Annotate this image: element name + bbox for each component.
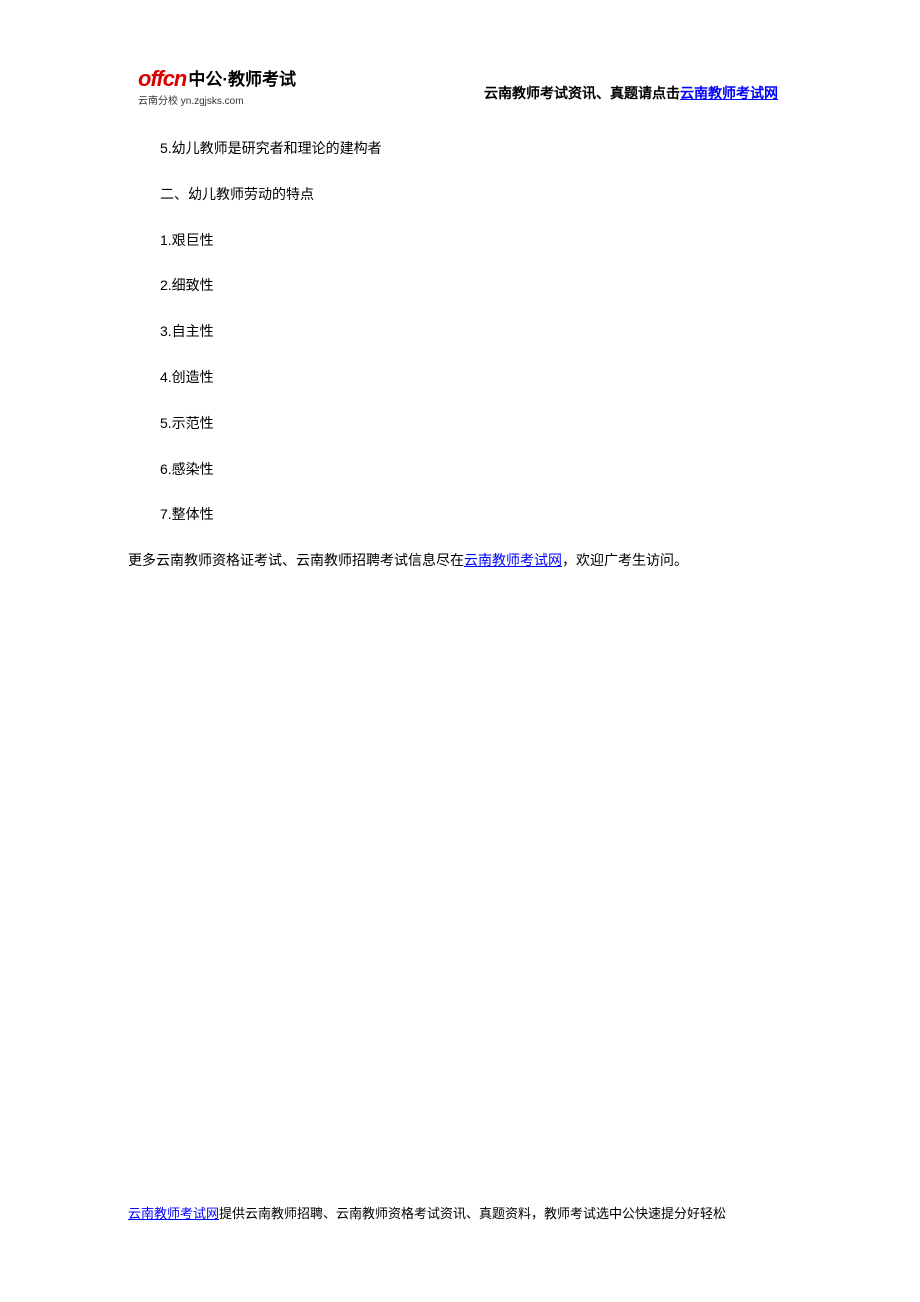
header-link[interactable]: 云南教师考试网 <box>680 85 778 101</box>
logo-top-row: offcn 中公·教师考试 <box>138 68 296 90</box>
header-right: 云南教师考试资讯、真题请点击云南教师考试网 <box>484 83 778 107</box>
logo: offcn 中公·教师考试 云南分校 yn.zgjsks.com <box>138 68 296 107</box>
list-item: 2.细致性 <box>128 274 792 298</box>
page-footer: 云南教师考试网提供云南教师招聘、云南教师资格考试资讯、真题资料，教师考试选中公快… <box>128 1203 792 1222</box>
list-item: 3.自主性 <box>128 320 792 344</box>
footer-link[interactable]: 云南教师考试网 <box>128 1206 219 1221</box>
list-item: 1.艰巨性 <box>128 229 792 253</box>
main-content: 5.幼儿教师是研究者和理论的建构者 二、幼儿教师劳动的特点 1.艰巨性 2.细致… <box>0 137 920 573</box>
logo-brand-cn: 中公·教师考试 <box>188 71 296 88</box>
list-item: 5.示范性 <box>128 412 792 436</box>
closing-before: 更多云南教师资格证考试、云南教师招聘考试信息尽在 <box>128 552 464 568</box>
section-heading: 二、幼儿教师劳动的特点 <box>128 183 792 207</box>
closing-link[interactable]: 云南教师考试网 <box>464 552 562 568</box>
footer-suffix: 提供云南教师招聘、云南教师资格考试资讯、真题资料，教师考试选中公快速提分好轻松 <box>219 1206 726 1221</box>
closing-paragraph: 更多云南教师资格证考试、云南教师招聘考试信息尽在云南教师考试网，欢迎广考生访问。 <box>128 549 792 573</box>
page-header: offcn 中公·教师考试 云南分校 yn.zgjsks.com 云南教师考试资… <box>0 0 920 107</box>
closing-after: ，欢迎广考生访问。 <box>562 552 688 568</box>
header-prefix: 云南教师考试资讯、真题请点击 <box>484 85 680 101</box>
list-item: 6.感染性 <box>128 458 792 482</box>
logo-brand-en: offcn <box>138 68 186 90</box>
logo-subtitle: 云南分校 yn.zgjsks.com <box>138 92 244 107</box>
list-item: 7.整体性 <box>128 503 792 527</box>
list-item: 4.创造性 <box>128 366 792 390</box>
content-line: 5.幼儿教师是研究者和理论的建构者 <box>128 137 792 161</box>
